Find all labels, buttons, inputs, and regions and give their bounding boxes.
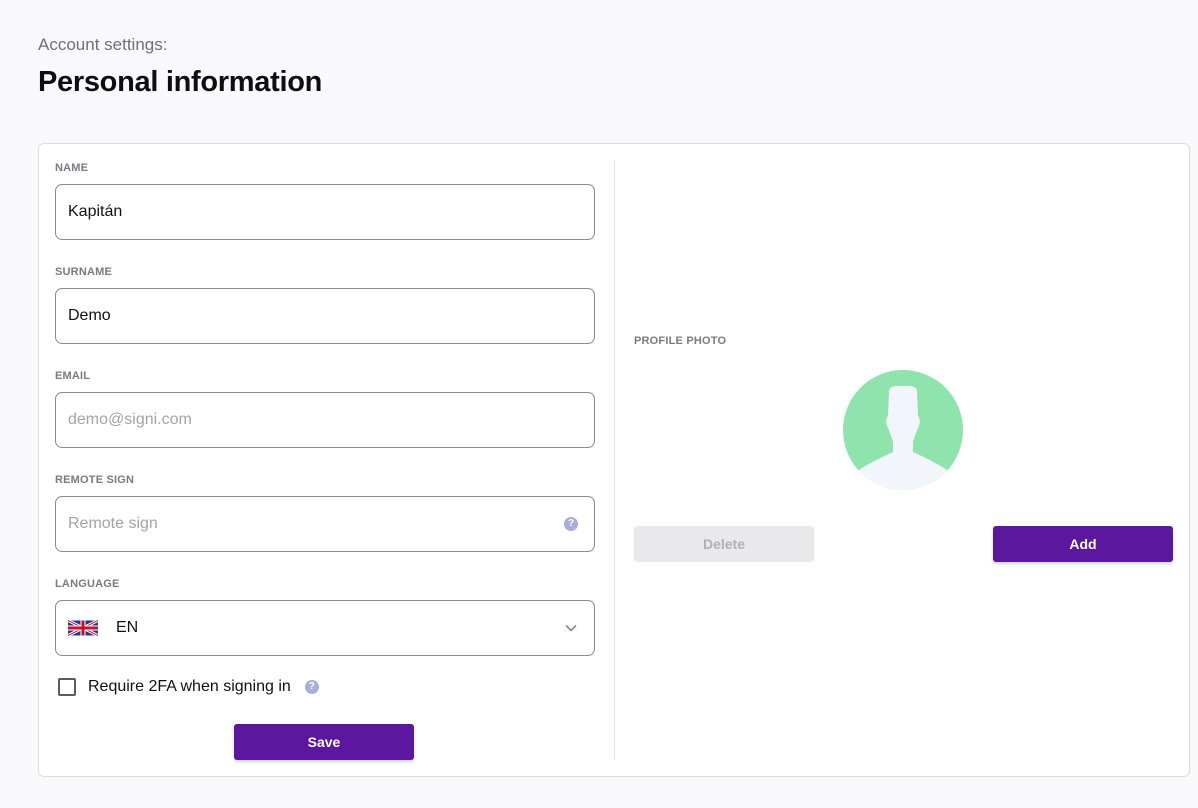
surname-input[interactable] [68, 307, 582, 325]
question-circle-icon[interactable]: ? [304, 680, 319, 694]
language-value: EN [116, 619, 139, 636]
email-input [68, 411, 582, 429]
profile-photo-label: PROFILE PHOTO [634, 335, 727, 347]
default-user-avatar-icon [843, 370, 963, 490]
breadcrumb: Account settings: [38, 35, 168, 54]
surname-field[interactable] [55, 288, 595, 344]
account-settings-page: Account settings: Personal information N… [0, 0, 1198, 808]
email-label: EMAIL [55, 370, 91, 382]
delete-photo-button[interactable]: Delete [634, 526, 814, 562]
two-factor-label[interactable]: Require 2FA when signing in [88, 678, 291, 696]
question-circle-icon[interactable]: ? [564, 517, 578, 531]
name-field[interactable] [55, 184, 595, 240]
two-factor-checkbox[interactable] [58, 678, 76, 696]
personal-info-card: NAME SURNAME EMAIL REMOTE SIGN ? LANGUAG… [38, 143, 1190, 777]
name-input[interactable] [68, 203, 582, 221]
uk-flag-icon [68, 620, 98, 636]
remote-sign-field[interactable]: ? [55, 496, 595, 552]
page-title: Personal information [38, 66, 323, 98]
name-label: NAME [55, 162, 89, 174]
remote-sign-label: REMOTE SIGN [55, 474, 135, 486]
column-divider [614, 160, 615, 760]
remote-sign-input[interactable] [68, 515, 564, 533]
save-button[interactable]: Save [234, 724, 414, 760]
email-field [55, 392, 595, 448]
language-label: LANGUAGE [55, 578, 120, 590]
language-select[interactable]: EN [55, 600, 595, 656]
add-photo-button[interactable]: Add [993, 526, 1173, 562]
chevron-down-icon [565, 624, 577, 632]
surname-label: SURNAME [55, 266, 113, 278]
two-factor-row: Require 2FA when signing in ? [58, 678, 319, 696]
